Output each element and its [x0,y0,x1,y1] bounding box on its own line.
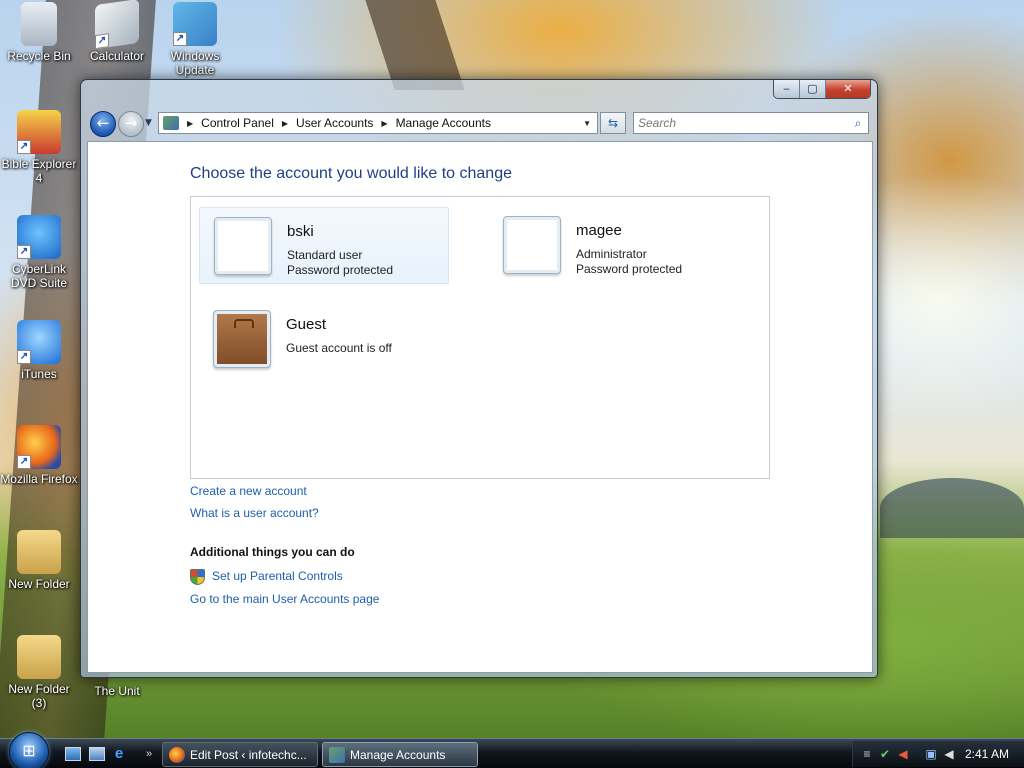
volume-icon[interactable]: ◀ [941,746,957,762]
network-icon[interactable]: ▣ [923,746,939,762]
shortcut-arrow-icon: ↗ [17,455,31,469]
system-tray: ≡ ✔ ◀ ▣ ◀ 2:41 AM [852,741,1024,767]
itunes-icon: ↗ [17,320,61,364]
manage-accounts-window: ‒ ▢ ✕ ← → ▼ ▶ Control Panel ▶ User Accou… [80,79,878,678]
shortcut-arrow-icon: ↗ [17,350,31,364]
wallpaper-tree-branch [365,0,465,90]
desktop-icon-recycle-bin[interactable]: Recycle Bin [0,2,78,63]
taskbar-button-manage-accounts[interactable]: Manage Accounts [322,742,478,767]
arrow-right-icon: → [124,114,138,132]
security-check-icon[interactable]: ✔ [877,746,893,762]
account-password-status: Password protected [576,262,683,276]
back-button[interactable]: ← [90,111,116,137]
breadcrumb-user-accounts[interactable]: User Accounts [296,116,373,130]
account-type: Administrator [576,247,647,261]
desktop-icon-the-unit[interactable]: The Unit [78,684,156,698]
cyberlink-icon: ↗ [17,215,61,259]
folder-icon [17,635,61,679]
firefox-icon [169,746,185,763]
search-icon[interactable]: ⌕ [848,116,868,131]
taskbar: ⊞ e » Edit Post ‹ infotechc... Manage Ac… [0,732,1024,768]
account-picture [214,217,272,275]
desktop-icon-new-folder-3[interactable]: New Folder (3) [0,635,78,710]
content-pane: Choose the account you would like to cha… [87,141,873,673]
maximize-button[interactable]: ▢ [800,80,826,98]
minimize-button[interactable]: ‒ [774,80,800,98]
breadcrumb-manage-accounts[interactable]: Manage Accounts [396,116,491,130]
search-box: ⌕ [633,112,869,134]
accounts-list: bski Standard user Password protected ma… [190,196,770,479]
shield-icon [190,569,205,585]
additional-section-heading: Additional things you can do [190,545,355,559]
account-tile-magee[interactable]: magee Administrator Password protected [489,207,739,284]
parental-controls-link[interactable]: Set up Parental Controls [212,569,343,583]
folder-icon [17,530,61,574]
internet-explorer-icon[interactable]: e [111,746,127,761]
bible-explorer-icon: ↗ [17,110,61,154]
calculator-icon: ↗ [95,0,139,50]
account-name: Guest [286,316,327,333]
desktop-icon-windows-update[interactable]: ↗ Windows Update [156,2,234,77]
account-tile-guest[interactable]: Guest Guest account is off [199,301,449,378]
chevron-down-icon: ▼ [145,118,152,128]
user-accounts-icon [329,746,345,763]
volume-muted-icon[interactable]: ◀ [895,746,911,762]
quick-launch-overflow-icon[interactable]: » [141,747,157,761]
account-picture [503,216,561,274]
refresh-icon: ⇆ [607,116,619,130]
desktop-icon-cyberlink[interactable]: ↗ CyberLink DVD Suite [0,215,78,290]
account-password-status: Password protected [287,263,394,277]
desktop-icon-calculator[interactable]: ↗ Calculator [78,0,156,63]
firefox-icon: ↗ [17,425,61,469]
arrow-left-icon: ← [96,114,110,132]
switch-windows-icon[interactable] [89,747,105,761]
search-input[interactable] [638,114,848,132]
desktop-icon-firefox[interactable]: ↗ Mozilla Firefox [0,425,78,486]
taskbar-button-label: Manage Accounts [350,747,446,762]
forward-button[interactable]: → [118,111,144,137]
account-status: Guest account is off [286,341,392,355]
clock[interactable]: 2:41 AM [965,747,1009,761]
tray-app-icon[interactable]: ≡ [859,746,875,762]
breadcrumb-arrow-icon[interactable]: ▶ [381,119,387,128]
shortcut-arrow-icon: ↗ [173,32,187,46]
address-dropdown-icon[interactable]: ▼ [583,119,591,128]
control-panel-icon [163,116,179,130]
account-type: Standard user [287,248,363,262]
desktop-icon-bible-explorer[interactable]: ↗ Bible Explorer 4 [0,110,78,185]
account-name: magee [576,222,622,239]
main-user-accounts-link[interactable]: Go to the main User Accounts page [190,592,379,606]
page-title: Choose the account you would like to cha… [190,165,512,182]
desktop-icon-new-folder[interactable]: New Folder [0,530,78,591]
windows-update-icon: ↗ [173,2,217,46]
briefcase-icon [213,310,271,368]
breadcrumb-arrow-icon[interactable]: ▶ [187,119,193,128]
shortcut-arrow-icon: ↗ [17,140,31,154]
recent-pages-dropdown[interactable]: ▼ [145,118,152,128]
window-controls: ‒ ▢ ✕ [773,80,871,99]
windows-logo-icon: ⊞ [22,743,36,760]
desktop-icon-itunes[interactable]: ↗ iTunes [0,320,78,381]
account-tile-bski[interactable]: bski Standard user Password protected [199,207,449,284]
breadcrumb-control-panel[interactable]: Control Panel [201,116,274,130]
refresh-button[interactable]: ⇆ [600,112,626,134]
address-bar[interactable]: ▶ Control Panel ▶ User Accounts ▶ Manage… [158,112,598,134]
breadcrumb-arrow-icon[interactable]: ▶ [282,119,288,128]
shortcut-arrow-icon: ↗ [17,245,31,259]
taskbar-button-firefox[interactable]: Edit Post ‹ infotechc... [162,742,318,767]
create-account-link[interactable]: Create a new account [190,484,307,498]
shortcut-arrow-icon: ↗ [95,33,109,50]
account-name: bski [287,223,314,240]
taskbar-button-label: Edit Post ‹ infotechc... [190,747,307,762]
close-button[interactable]: ✕ [826,80,870,98]
wallpaper-hill [880,478,1024,538]
start-button[interactable]: ⊞ [9,732,49,768]
what-is-account-link[interactable]: What is a user account? [190,506,319,520]
recycle-bin-icon [21,2,57,46]
show-desktop-icon[interactable] [65,747,81,761]
